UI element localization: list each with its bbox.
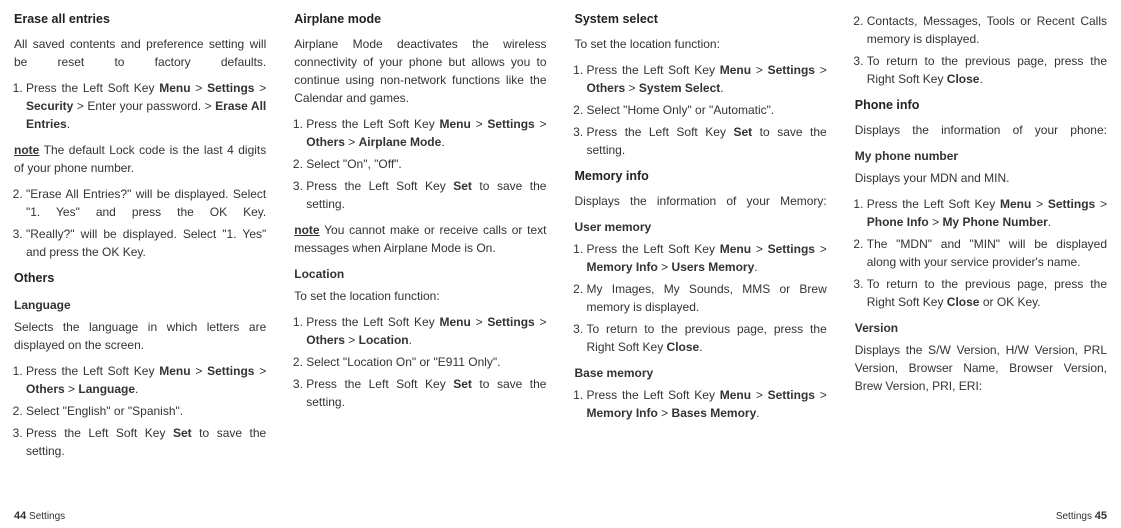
- manual-page-spread: Erase all entries All saved contents and…: [0, 0, 1121, 528]
- location-step-3: Press the Left Soft Key Set to save the …: [306, 375, 546, 411]
- heading-others: Others: [14, 269, 266, 288]
- heading-base-memory: Base memory: [575, 364, 827, 382]
- base-memory-step-1: Press the Left Soft Key Menu > Settings …: [587, 386, 827, 422]
- language-description: Selects the language in which letters ar…: [14, 318, 266, 354]
- my-number-description: Displays your MDN and MIN.: [855, 169, 1107, 187]
- note-label: note: [14, 143, 39, 157]
- footer-right-page-45: Settings 45: [1056, 508, 1107, 525]
- heading-system-select: System select: [575, 10, 827, 29]
- heading-erase-all-entries: Erase all entries: [14, 10, 266, 29]
- location-description: To set the location function:: [294, 287, 546, 305]
- erase-description: All saved contents and preference settin…: [14, 35, 266, 71]
- heading-user-memory: User memory: [575, 218, 827, 236]
- version-description: Displays the S/W Version, H/W Version, P…: [855, 341, 1107, 395]
- airplane-step-1: Press the Left Soft Key Menu > Settings …: [306, 115, 546, 151]
- heading-location: Location: [294, 265, 546, 283]
- heading-memory-info: Memory info: [575, 167, 827, 186]
- footer-left-page-44: 44 Settings: [14, 508, 65, 525]
- erase-steps-cont: "Erase All Entries?" will be displayed. …: [14, 185, 266, 261]
- page-number-44: 44: [14, 510, 26, 522]
- system-step-2: Select "Home Only" or "Automatic".: [587, 101, 827, 119]
- airplane-step-2: Select "On", "Off".: [306, 155, 546, 173]
- heading-language: Language: [14, 296, 266, 314]
- footer-label-settings: Settings: [29, 511, 65, 522]
- page-number-45: 45: [1095, 510, 1107, 522]
- erase-step-2: "Erase All Entries?" will be displayed. …: [26, 185, 266, 221]
- erase-steps: Press the Left Soft Key Menu > Settings …: [14, 79, 266, 133]
- erase-note: note The default Lock code is the last 4…: [14, 141, 266, 177]
- base-memory-step-3: To return to the previous page, press th…: [867, 52, 1107, 88]
- base-memory-steps-cont: Contacts, Messages, Tools or Recent Call…: [855, 12, 1107, 88]
- note-label: note: [294, 223, 319, 237]
- erase-step-1: Press the Left Soft Key Menu > Settings …: [26, 79, 266, 133]
- location-step-1: Press the Left Soft Key Menu > Settings …: [306, 313, 546, 349]
- system-step-3: Press the Left Soft Key Set to save the …: [587, 123, 827, 159]
- heading-airplane-mode: Airplane mode: [294, 10, 546, 29]
- heading-my-phone-number: My phone number: [855, 147, 1107, 165]
- column-3: System select To set the location functi…: [561, 0, 841, 528]
- phone-info-description: Displays the information of your phone:: [855, 121, 1107, 139]
- my-number-step-2: The "MDN" and "MIN" will be displayed al…: [867, 235, 1107, 271]
- system-description: To set the location function:: [575, 35, 827, 53]
- system-step-1: Press the Left Soft Key Menu > Settings …: [587, 61, 827, 97]
- my-number-steps: Press the Left Soft Key Menu > Settings …: [855, 195, 1107, 311]
- airplane-steps: Press the Left Soft Key Menu > Settings …: [294, 115, 546, 213]
- erase-step-3: "Really?" will be displayed. Select "1. …: [26, 225, 266, 261]
- user-memory-step-3: To return to the previous page, press th…: [587, 320, 827, 356]
- airplane-description: Airplane Mode deactivates the wireless c…: [294, 35, 546, 107]
- column-2: Airplane mode Airplane Mode deactivates …: [280, 0, 560, 528]
- location-step-2: Select "Location On" or "E911 Only".: [306, 353, 546, 371]
- system-steps: Press the Left Soft Key Menu > Settings …: [575, 61, 827, 159]
- footer-label-settings: Settings: [1056, 511, 1092, 522]
- heading-phone-info: Phone info: [855, 96, 1107, 115]
- airplane-step-3: Press the Left Soft Key Set to save the …: [306, 177, 546, 213]
- heading-version: Version: [855, 319, 1107, 337]
- column-1: Erase all entries All saved contents and…: [0, 0, 280, 528]
- base-memory-steps: Press the Left Soft Key Menu > Settings …: [575, 386, 827, 422]
- location-steps: Press the Left Soft Key Menu > Settings …: [294, 313, 546, 411]
- column-4: Contacts, Messages, Tools or Recent Call…: [841, 0, 1121, 528]
- user-memory-steps: Press the Left Soft Key Menu > Settings …: [575, 240, 827, 356]
- language-steps: Press the Left Soft Key Menu > Settings …: [14, 362, 266, 460]
- language-step-1: Press the Left Soft Key Menu > Settings …: [26, 362, 266, 398]
- airplane-note: note You cannot make or receive calls or…: [294, 221, 546, 257]
- language-step-3: Press the Left Soft Key Set to save the …: [26, 424, 266, 460]
- memory-description: Displays the information of your Memory:: [575, 192, 827, 210]
- my-number-step-1: Press the Left Soft Key Menu > Settings …: [867, 195, 1107, 231]
- user-memory-step-1: Press the Left Soft Key Menu > Settings …: [587, 240, 827, 276]
- base-memory-step-2: Contacts, Messages, Tools or Recent Call…: [867, 12, 1107, 48]
- user-memory-step-2: My Images, My Sounds, MMS or Brew memory…: [587, 280, 827, 316]
- my-number-step-3: To return to the previous page, press th…: [867, 275, 1107, 311]
- language-step-2: Select "English" or "Spanish".: [26, 402, 266, 420]
